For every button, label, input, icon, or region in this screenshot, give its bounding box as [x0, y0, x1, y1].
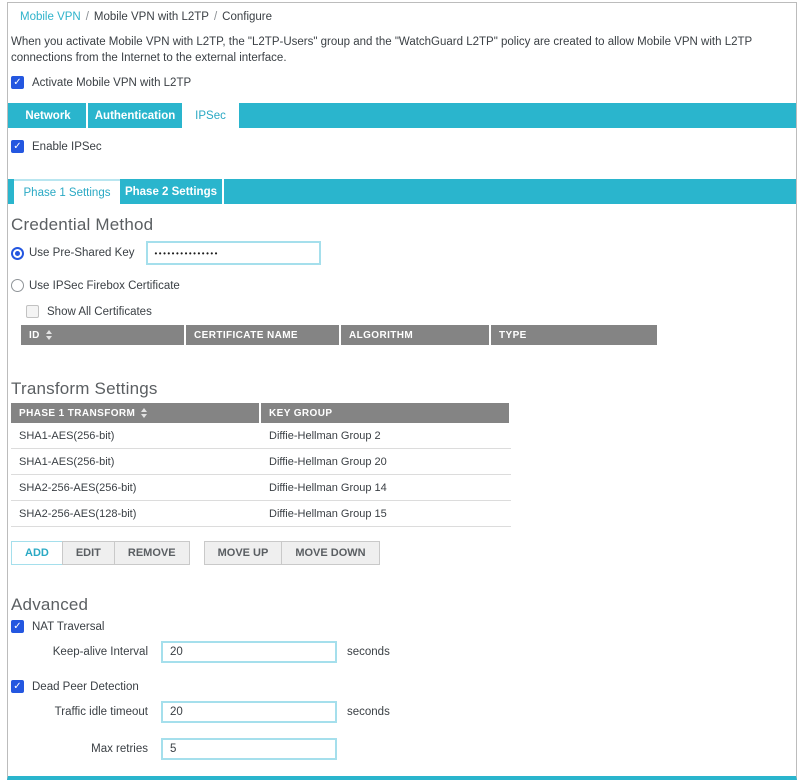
breadcrumb-current-configure: Configure [222, 11, 272, 23]
pre-shared-key-input[interactable] [146, 241, 321, 265]
sort-icon [141, 408, 147, 418]
column-header-key-group[interactable]: KEY GROUP [261, 403, 509, 423]
breadcrumb: Mobile VPN / Mobile VPN with L2TP / Configur… [20, 11, 796, 23]
table-row[interactable]: SHA1-AES(256-bit) Diffie-Hellman Group 2 [11, 423, 511, 449]
activate-l2tp-checkbox[interactable]: ✓ Activate Mobile VPN with L2TP [11, 76, 796, 89]
checkbox-checked-icon: ✓ [11, 76, 24, 89]
dead-peer-detection-label: Dead Peer Detection [32, 681, 139, 693]
move-up-button[interactable]: MOVE UP [204, 541, 283, 565]
transform-actions: ADD EDIT REMOVE MOVE UP MOVE DOWN [11, 541, 796, 565]
radio-selected-icon [11, 247, 24, 260]
key-group-cell: Diffie-Hellman Group 20 [261, 449, 509, 474]
enable-ipsec-label: Enable IPSec [32, 141, 102, 153]
traffic-idle-unit: seconds [347, 706, 390, 718]
certificate-table-header: ID CERTIFICATE NAME ALGORITHM TYPE [21, 325, 796, 345]
table-row[interactable]: SHA1-AES(256-bit) Diffie-Hellman Group 2… [11, 449, 511, 475]
credential-method-heading: Credential Method [11, 215, 796, 235]
use-firebox-certificate-radio[interactable]: Use IPSec Firebox Certificate [11, 279, 796, 292]
activate-l2tp-label: Activate Mobile VPN with L2TP [32, 77, 191, 89]
max-retries-row: Max retries [8, 738, 796, 760]
move-down-button[interactable]: MOVE DOWN [281, 541, 379, 565]
column-header-certificate-name[interactable]: CERTIFICATE NAME [186, 325, 341, 345]
intro-text: When you activate Mobile VPN with L2TP, … [11, 34, 790, 66]
checkbox-checked-icon: ✓ [11, 620, 24, 633]
traffic-idle-label: Traffic idle timeout [8, 706, 148, 718]
pre-shared-key-row: Use Pre-Shared Key [11, 241, 796, 265]
tab-phase1-settings[interactable]: Phase 1 Settings [14, 179, 120, 204]
advanced-heading: Advanced [11, 595, 796, 615]
breadcrumb-separator: / [214, 11, 217, 23]
max-retries-input[interactable] [161, 738, 337, 760]
l2tp-configure-page: Mobile VPN / Mobile VPN with L2TP / Configur… [7, 2, 797, 780]
breadcrumb-link-mobile-vpn-l2tp[interactable]: Mobile VPN with L2TP [94, 11, 209, 23]
table-row[interactable]: SHA2-256-AES(128-bit) Diffie-Hellman Gro… [11, 501, 511, 527]
use-pre-shared-key-label: Use Pre-Shared Key [29, 247, 134, 259]
transform-cell: SHA1-AES(256-bit) [11, 449, 261, 474]
breadcrumb-separator: / [86, 11, 89, 23]
checkbox-checked-icon: ✓ [11, 140, 24, 153]
radio-unselected-icon [11, 279, 24, 292]
enable-ipsec-checkbox[interactable]: ✓ Enable IPSec [11, 140, 796, 153]
traffic-idle-row: Traffic idle timeout seconds [8, 701, 796, 723]
checkbox-checked-icon: ✓ [11, 680, 24, 693]
transform-cell: SHA2-256-AES(256-bit) [11, 475, 261, 500]
key-group-cell: Diffie-Hellman Group 15 [261, 501, 509, 526]
key-group-cell: Diffie-Hellman Group 14 [261, 475, 509, 500]
add-button[interactable]: ADD [11, 541, 63, 565]
column-header-type[interactable]: TYPE [491, 325, 657, 345]
transform-cell: SHA1-AES(256-bit) [11, 423, 261, 448]
keep-alive-input[interactable] [161, 641, 337, 663]
checkbox-unchecked-icon [26, 305, 39, 318]
phase-tabbar: Phase 1 Settings Phase 2 Settings [8, 179, 796, 204]
use-firebox-certificate-label: Use IPSec Firebox Certificate [29, 280, 180, 292]
keep-alive-row: Keep-alive Interval seconds [8, 641, 796, 663]
use-pre-shared-key-radio[interactable]: Use Pre-Shared Key [11, 247, 146, 260]
max-retries-label: Max retries [8, 743, 148, 755]
column-header-id[interactable]: ID [21, 325, 186, 345]
transform-settings-heading: Transform Settings [11, 379, 796, 399]
traffic-idle-input[interactable] [161, 701, 337, 723]
tab-network[interactable]: Network [10, 103, 88, 128]
tab-ipsec[interactable]: IPSec [184, 103, 239, 128]
edit-button[interactable]: EDIT [62, 541, 115, 565]
column-header-phase1-transform[interactable]: PHASE 1 TRANSFORM [11, 403, 261, 423]
keep-alive-unit: seconds [347, 646, 390, 658]
tab-authentication[interactable]: Authentication [88, 103, 184, 128]
main-tabbar: Network Authentication IPSec [8, 103, 796, 128]
column-header-algorithm[interactable]: ALGORITHM [341, 325, 491, 345]
tab-phase2-settings[interactable]: Phase 2 Settings [120, 179, 224, 204]
nat-traversal-label: NAT Traversal [32, 621, 104, 633]
sort-icon [46, 330, 52, 340]
nat-traversal-checkbox[interactable]: ✓ NAT Traversal [11, 620, 796, 633]
show-all-certificates-label: Show All Certificates [47, 306, 152, 318]
transform-table: PHASE 1 TRANSFORM KEY GROUP SHA1-AES(256… [11, 403, 511, 527]
breadcrumb-link-mobile-vpn[interactable]: Mobile VPN [20, 11, 81, 23]
keep-alive-label: Keep-alive Interval [8, 646, 148, 658]
show-all-certificates-checkbox[interactable]: Show All Certificates [26, 305, 796, 318]
transform-cell: SHA2-256-AES(128-bit) [11, 501, 261, 526]
key-group-cell: Diffie-Hellman Group 2 [261, 423, 509, 448]
transform-table-header: PHASE 1 TRANSFORM KEY GROUP [11, 403, 511, 423]
remove-button[interactable]: REMOVE [114, 541, 190, 565]
table-row[interactable]: SHA2-256-AES(256-bit) Diffie-Hellman Gro… [11, 475, 511, 501]
dead-peer-detection-checkbox[interactable]: ✓ Dead Peer Detection [11, 680, 796, 693]
